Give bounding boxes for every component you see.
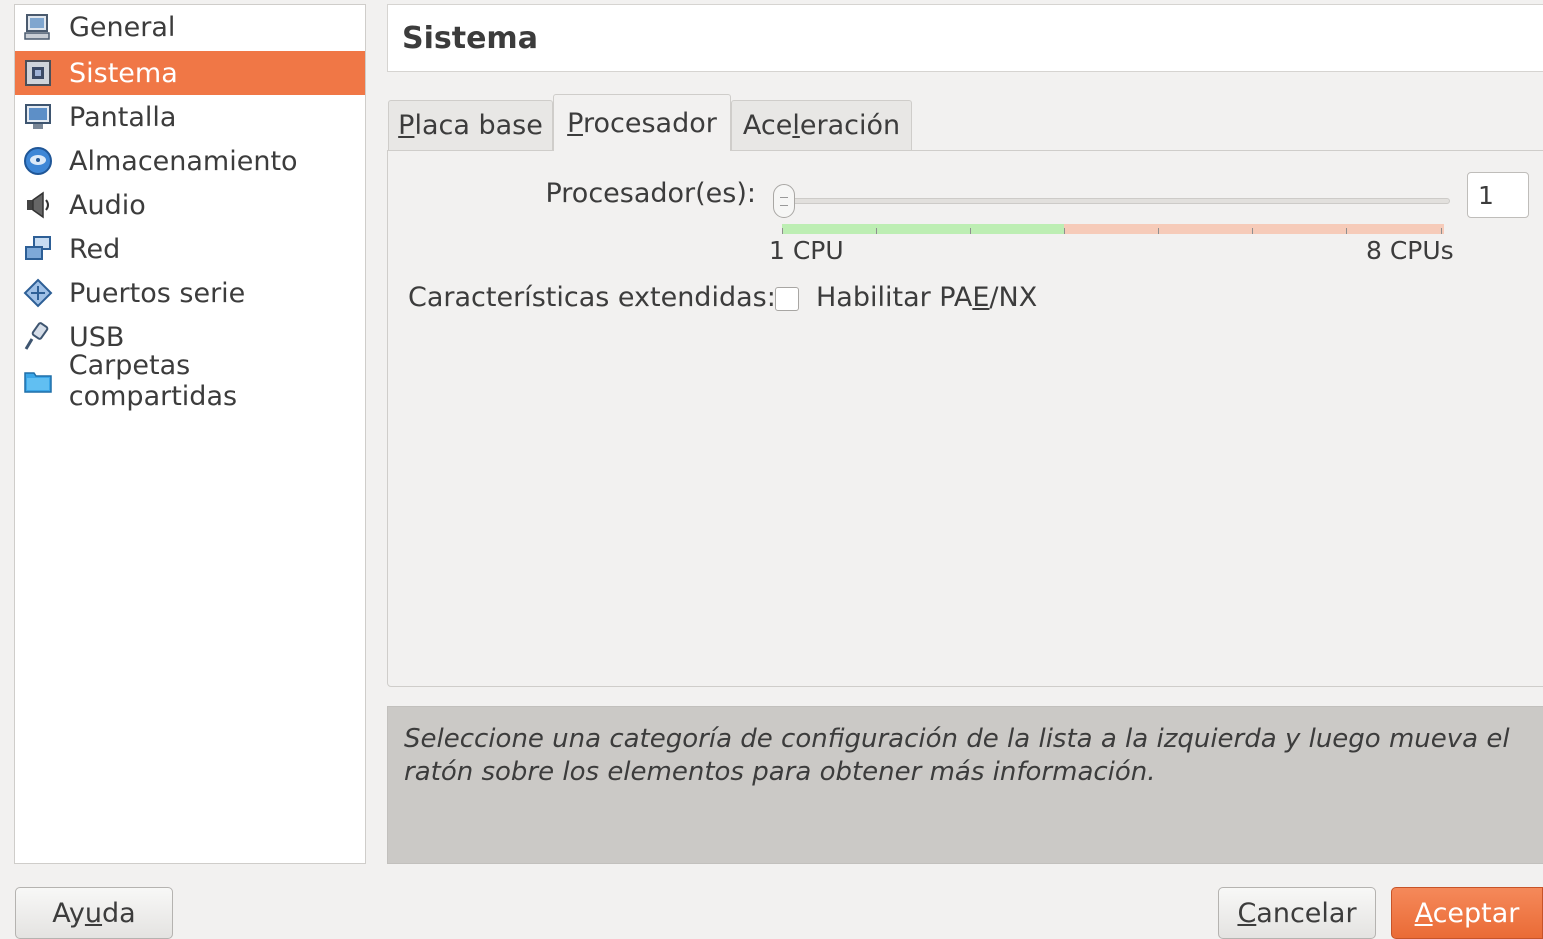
tab-aceleracion[interactable]: Aceleración xyxy=(731,100,912,150)
sidebar-item-label: Carpetas compartidas xyxy=(68,350,238,412)
tab-placa-base[interactable]: Placa base xyxy=(388,100,553,150)
slider-tick xyxy=(970,228,971,234)
sidebar-item-label: Audio xyxy=(69,189,146,221)
page-header: Sistema xyxy=(387,4,1543,72)
accept-button-label: Aceptar xyxy=(1414,897,1520,929)
usb-icon xyxy=(21,320,55,354)
tab-procesador[interactable]: Procesador xyxy=(553,94,731,151)
computer-icon xyxy=(21,10,55,44)
sidebar-item-pantalla[interactable]: Pantalla xyxy=(15,95,365,139)
accept-button[interactable]: Aceptar xyxy=(1391,887,1543,939)
processor-label: Procesador(es): xyxy=(545,178,756,209)
serial-port-icon xyxy=(21,276,55,310)
info-text: Seleccione una categoría de configuració… xyxy=(404,724,1510,787)
over-range-bar xyxy=(1064,224,1444,234)
extended-features-label: Características extendidas: xyxy=(408,282,776,313)
settings-category-list: General Sistema Pantalla Almacenamiento … xyxy=(14,4,366,864)
speaker-icon xyxy=(21,188,55,222)
slider-max-label: 8 CPUs xyxy=(1366,236,1454,265)
sidebar-item-puertos-serie[interactable]: Puertos serie xyxy=(15,271,365,315)
processor-count-spinbox[interactable]: 1 xyxy=(1467,172,1529,218)
page-title: Sistema xyxy=(402,20,538,56)
help-button-label: Ayuda xyxy=(52,897,136,929)
sidebar-item-general[interactable]: General xyxy=(15,5,365,49)
sidebar-item-label: Almacenamiento xyxy=(69,145,298,177)
tab-label: Aceleración xyxy=(742,110,901,141)
sidebar-item-label: USB xyxy=(69,321,125,353)
slider-tick xyxy=(876,228,877,234)
sidebar-item-label: Pantalla xyxy=(69,101,177,133)
folder-icon xyxy=(21,364,55,398)
processor-count-value: 1 xyxy=(1478,180,1494,210)
sidebar-item-label: Puertos serie xyxy=(69,277,246,309)
cancel-button-label: Cancelar xyxy=(1237,897,1357,929)
info-panel: Seleccione una categoría de configuració… xyxy=(387,706,1543,864)
slider-tick xyxy=(1346,228,1347,234)
slider-tick xyxy=(1441,228,1442,234)
recommended-range-bar xyxy=(782,224,1064,234)
disk-icon xyxy=(21,144,55,178)
sidebar-item-almacenamiento[interactable]: Almacenamiento xyxy=(15,139,365,183)
sidebar-item-red[interactable]: Red xyxy=(15,227,365,271)
slider-tick xyxy=(1064,228,1065,234)
processor-slider-handle[interactable] xyxy=(773,184,795,218)
chip-icon xyxy=(21,56,55,90)
slider-min-label: 1 CPU xyxy=(769,236,844,265)
slider-tick xyxy=(782,228,783,234)
cancel-button[interactable]: Cancelar xyxy=(1218,887,1376,939)
tab-label: Procesador xyxy=(567,107,717,139)
sidebar-item-label: General xyxy=(69,11,176,43)
sidebar-item-sistema[interactable]: Sistema xyxy=(15,51,365,95)
help-button[interactable]: Ayuda xyxy=(15,887,173,939)
monitor-icon xyxy=(21,100,55,134)
pae-nx-checkbox[interactable] xyxy=(775,287,799,311)
sidebar-item-audio[interactable]: Audio xyxy=(15,183,365,227)
network-icon xyxy=(21,232,55,266)
slider-tick xyxy=(1252,228,1253,234)
sidebar-item-carpetas-compartidas[interactable]: Carpetas compartidas xyxy=(15,350,365,412)
sidebar-item-label: Sistema xyxy=(69,57,178,89)
pae-nx-label[interactable]: Habilitar PAE/NX xyxy=(816,282,1037,313)
tab-label: Placa base xyxy=(398,110,543,141)
processor-slider-track[interactable] xyxy=(782,198,1450,204)
sidebar-item-label: Red xyxy=(69,233,121,265)
slider-tick xyxy=(1158,228,1159,234)
